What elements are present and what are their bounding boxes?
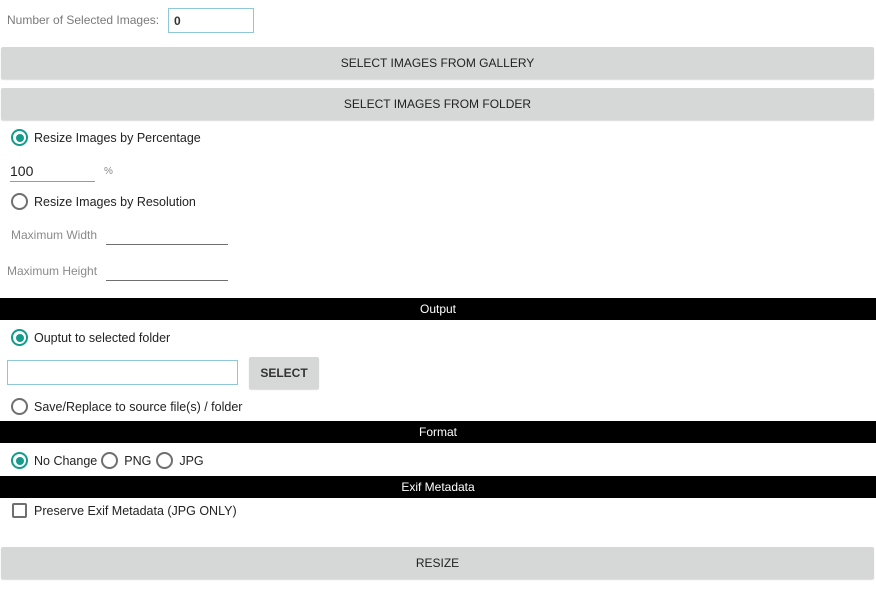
resize-by-percentage-option[interactable]: Resize Images by Percentage <box>11 129 201 146</box>
exif-section-header: Exif Metadata <box>0 476 876 498</box>
radio-unchecked-icon[interactable] <box>156 452 174 469</box>
select-from-folder-button[interactable]: SELECT IMAGES FROM FOLDER <box>1 88 874 120</box>
selected-count-label: Number of Selected Images: <box>7 13 160 27</box>
format-option-jpg[interactable]: JPG <box>156 452 204 469</box>
radio-unchecked-icon[interactable] <box>11 398 28 415</box>
replace-source-option[interactable]: Save/Replace to source file(s) / folder <box>11 398 242 415</box>
preserve-exif-label: Preserve Exif Metadata (JPG ONLY) <box>34 503 237 518</box>
format-option-label: No Change <box>34 453 98 468</box>
max-height-label: Maximum Height <box>7 264 98 278</box>
max-width-label: Maximum Width <box>11 228 98 242</box>
output-section-header: Output <box>0 298 876 320</box>
select-folder-button[interactable]: SELECT <box>249 357 319 389</box>
output-to-folder-option[interactable]: Ouptut to selected folder <box>11 329 170 346</box>
format-option-no-change[interactable]: No Change <box>11 452 97 469</box>
radio-unchecked-icon[interactable] <box>11 193 28 210</box>
output-folder-input[interactable] <box>7 360 238 385</box>
format-option-png[interactable]: PNG <box>101 452 151 469</box>
format-section-header: Format <box>0 421 876 443</box>
radio-checked-icon[interactable] <box>11 329 28 346</box>
selected-count-field[interactable] <box>168 8 254 33</box>
radio-checked-icon[interactable] <box>11 129 28 146</box>
max-width-input[interactable] <box>106 227 228 245</box>
percentage-input[interactable] <box>10 160 95 182</box>
resize-by-resolution-option[interactable]: Resize Images by Resolution <box>11 193 196 210</box>
max-height-input[interactable] <box>106 263 228 281</box>
resize-by-resolution-label: Resize Images by Resolution <box>34 194 196 209</box>
percent-unit-label: % <box>104 166 113 177</box>
format-option-label: JPG <box>179 453 204 468</box>
preserve-exif-option[interactable]: Preserve Exif Metadata (JPG ONLY) <box>12 503 237 518</box>
exif-section-title: Exif Metadata <box>401 480 475 494</box>
format-option-label: PNG <box>124 453 152 468</box>
output-section-title: Output <box>419 302 457 316</box>
format-options: No Change PNG JPG <box>11 452 204 469</box>
output-to-folder-label: Ouptut to selected folder <box>34 330 171 345</box>
radio-checked-icon[interactable] <box>11 452 28 469</box>
resize-by-percentage-label: Resize Images by Percentage <box>34 130 201 145</box>
resize-button[interactable]: RESIZE <box>1 547 874 579</box>
format-section-title: Format <box>418 425 457 439</box>
radio-unchecked-icon[interactable] <box>101 452 119 469</box>
checkbox-unchecked-icon[interactable] <box>12 503 27 518</box>
select-from-gallery-button[interactable]: SELECT IMAGES FROM GALLERY <box>1 47 874 79</box>
replace-source-label: Save/Replace to source file(s) / folder <box>34 399 243 414</box>
